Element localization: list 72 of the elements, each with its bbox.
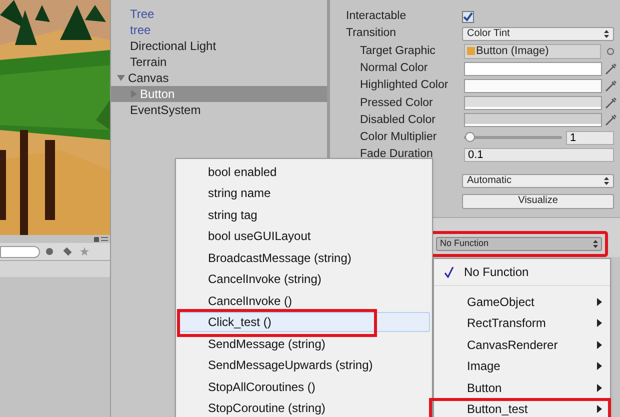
menu-item[interactable]: string name — [178, 183, 430, 204]
color-swatch[interactable] — [464, 62, 602, 76]
color-swatch[interactable] — [464, 96, 602, 110]
menu-item[interactable]: CancelInvoke () — [178, 290, 430, 311]
hierarchy-row[interactable]: Directional Light — [111, 38, 327, 54]
property-label: Pressed Color — [359, 96, 434, 110]
number-field[interactable]: 0.1 — [464, 148, 614, 162]
object-name: Tree — [130, 6, 154, 23]
function-dropdown[interactable]: No Function — [436, 236, 602, 251]
menu-item[interactable]: CanvasRenderer — [434, 334, 610, 356]
menu-item[interactable]: Image — [434, 356, 610, 377]
menu-item[interactable]: SendMessageUpwards (string) — [178, 355, 430, 376]
visualize-button[interactable]: Visualize — [462, 194, 614, 209]
updown-icon — [604, 30, 609, 38]
submenu-arrow-icon — [597, 340, 602, 349]
property-label: Transition — [345, 26, 398, 42]
submenu-arrow-icon — [597, 362, 602, 370]
menu-item[interactable]: SendMessage (string) — [178, 334, 430, 354]
slider-thumb[interactable] — [464, 132, 475, 142]
eyedropper-icon[interactable] — [605, 80, 617, 92]
hierarchy-row[interactable]: Terrain — [111, 54, 327, 70]
color-swatch[interactable] — [464, 113, 602, 128]
hierarchy-row[interactable]: Tree — [111, 6, 327, 22]
lock-icon[interactable] — [94, 236, 99, 242]
eyedropper-icon[interactable] — [605, 62, 617, 75]
property-label: Interactable — [345, 9, 408, 24]
menu-item[interactable]: BroadcastMessage (string) — [178, 248, 430, 268]
hierarchy-row[interactable]: EventSystem — [111, 102, 327, 118]
search-field[interactable] — [0, 246, 40, 258]
submenu-arrow-icon — [597, 405, 602, 414]
property-label: Highlighted Color — [359, 78, 450, 94]
color-swatch[interactable] — [464, 78, 602, 93]
menu-item[interactable]: StopCoroutine (string) — [178, 398, 430, 417]
menu-icon[interactable] — [101, 237, 108, 241]
object-name: Terrain — [130, 54, 167, 71]
menu-item[interactable]: CancelInvoke (string) — [178, 269, 430, 290]
number-field[interactable]: 1 — [566, 130, 614, 145]
menu-item[interactable]: bool useGUILayout — [178, 226, 430, 246]
object-name: Button — [140, 86, 175, 103]
eyedropper-icon[interactable] — [605, 114, 617, 126]
updown-icon — [604, 176, 609, 185]
dropdown[interactable]: Automatic — [462, 174, 614, 188]
property-label: Color Multiplier — [359, 130, 438, 146]
menu-item[interactable]: Button — [434, 377, 610, 398]
submenu-arrow-icon — [597, 298, 602, 306]
menu-item[interactable]: No Function — [464, 263, 529, 281]
menu-item[interactable]: GameObject — [434, 291, 610, 312]
object-name: tree — [130, 22, 151, 39]
object-name: Canvas — [128, 70, 169, 87]
menu-item[interactable]: string tag — [178, 204, 430, 225]
object-name: Directional Light — [130, 38, 216, 55]
property-label: Fade Duration — [359, 147, 434, 162]
property-label: Normal Color — [359, 60, 429, 76]
object-name: EventSystem — [130, 102, 201, 119]
menu-item[interactable]: bool enabled — [178, 162, 430, 182]
target-icon[interactable] — [607, 48, 614, 55]
submenu-arrow-icon — [597, 319, 602, 328]
hierarchy-row[interactable]: tree — [111, 22, 327, 38]
star-icon[interactable] — [80, 247, 89, 256]
menu-item[interactable]: RectTransform — [434, 312, 610, 334]
object-field[interactable]: Button (Image) — [464, 44, 601, 59]
eyedropper-icon[interactable] — [605, 97, 617, 110]
property-label: Target Graphic — [359, 44, 436, 59]
menu-item[interactable]: Button_test — [434, 398, 610, 417]
updown-icon — [593, 240, 598, 248]
property-label: Disabled Color — [359, 112, 436, 128]
menu-item[interactable]: StopAllCoroutines () — [178, 376, 430, 397]
image-icon — [467, 47, 475, 56]
submenu-arrow-icon — [597, 384, 602, 392]
checkbox[interactable] — [462, 10, 474, 23]
menu-item[interactable]: Click_test () — [178, 312, 430, 332]
dropdown[interactable]: Color Tint — [462, 26, 614, 41]
